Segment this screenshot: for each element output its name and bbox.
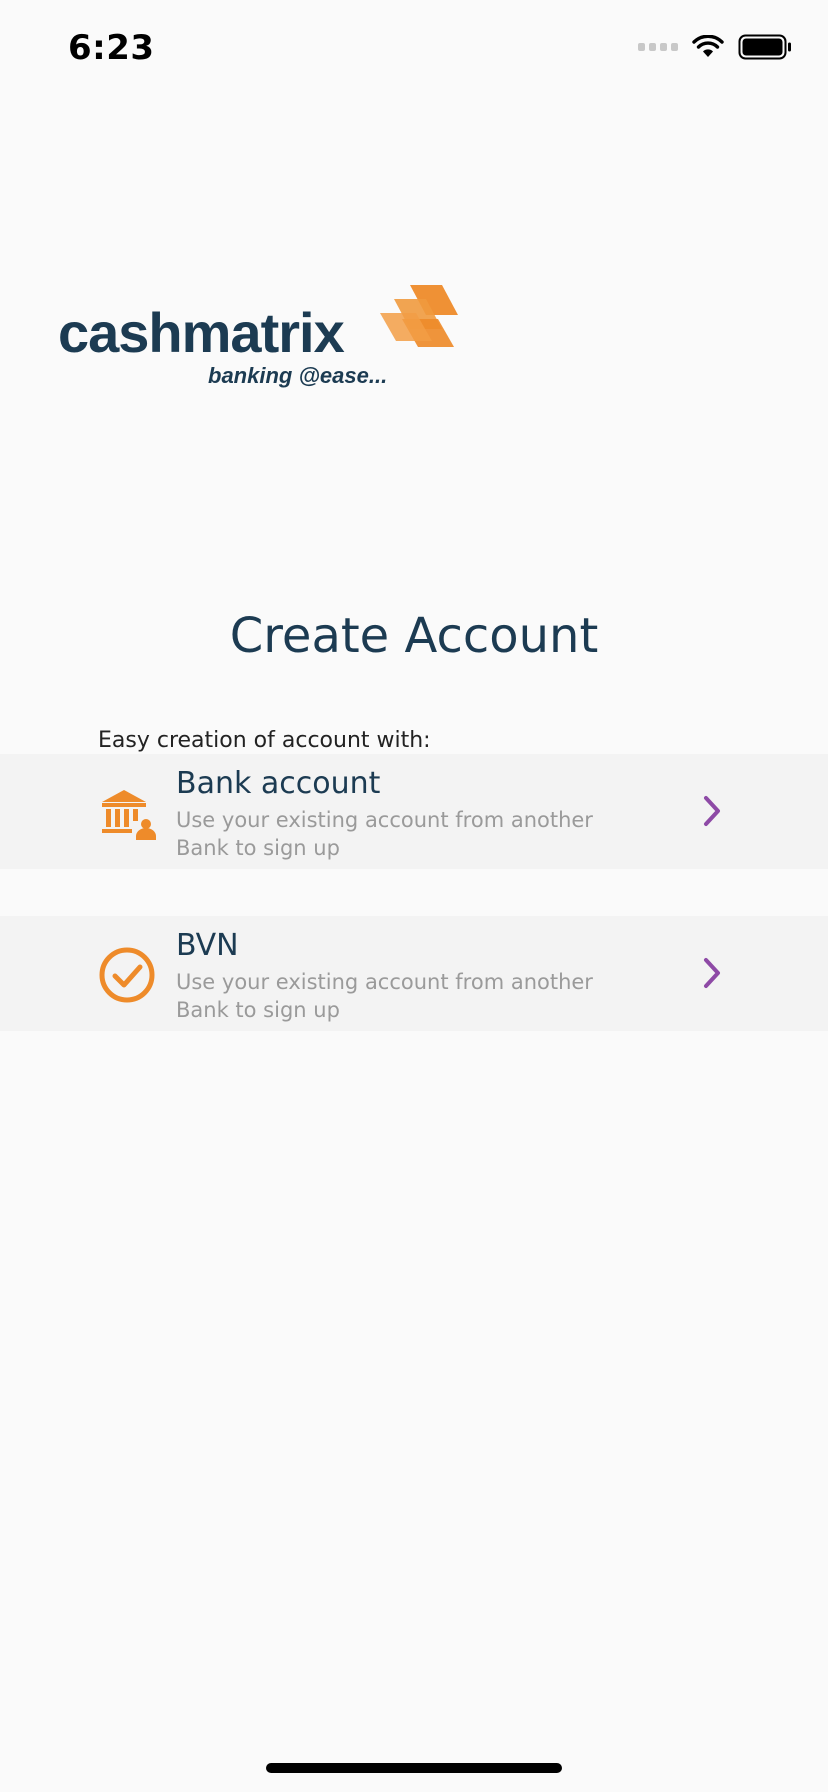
- bvn-title: BVN: [176, 928, 239, 963]
- bank-account-option[interactable]: Bank account Use your existing account f…: [0, 754, 828, 869]
- bank-account-description: Use your existing account from another B…: [176, 808, 593, 860]
- cellular-signal-icon: [638, 43, 678, 51]
- page-subtitle: Easy creation of account with:: [98, 728, 431, 753]
- chevron-right-icon: [704, 958, 720, 988]
- bvn-option[interactable]: BVN Use your existing account from anoth…: [0, 916, 828, 1031]
- chevron-right-icon: [704, 796, 720, 826]
- wifi-icon: [692, 35, 724, 57]
- bank-account-title: Bank account: [176, 766, 381, 801]
- logo-mark-icon: [380, 285, 458, 347]
- status-time: 6:23: [68, 28, 155, 68]
- logo-tagline: banking @ease...: [208, 363, 388, 388]
- bvn-description: Use your existing account from another B…: [176, 970, 593, 1022]
- check-circle-icon: [99, 947, 155, 1003]
- page-title: Create Account: [229, 608, 599, 664]
- create-account-screen: 6:23 cashmatrix banking @ease... Create …: [0, 0, 828, 1792]
- bank-icon: [102, 790, 156, 840]
- home-indicator[interactable]: [266, 1763, 562, 1773]
- cashmatrix-logo: cashmatrix banking @ease...: [58, 285, 478, 395]
- logo-wordmark: cashmatrix: [58, 301, 345, 364]
- status-icons: [638, 34, 792, 60]
- battery-icon: [738, 34, 791, 60]
